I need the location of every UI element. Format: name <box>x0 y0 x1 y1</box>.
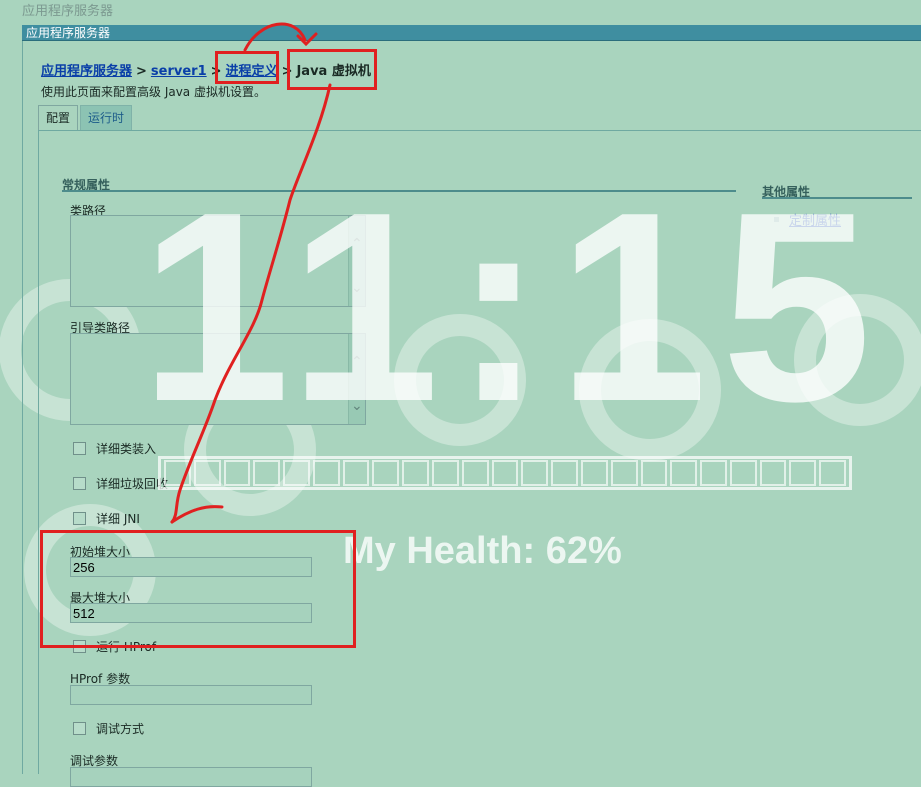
health-bar-segment <box>670 460 698 486</box>
breadcrumb: 应用程序服务器 > server1 > 进程定义 > Java 虚拟机 <box>41 60 371 79</box>
debug-mode-row: 调试方式 <box>73 720 144 737</box>
additional-properties-rule <box>762 197 912 199</box>
run-hprof-row: 运行 HProf <box>73 638 156 655</box>
health-bar-segment <box>640 460 668 486</box>
tab-runtime[interactable]: 运行时 <box>80 105 133 130</box>
health-bar-segment <box>729 460 757 486</box>
content-border <box>38 130 39 774</box>
scroll-down-icon[interactable]: ⌄ <box>351 398 363 414</box>
watermark-health-bar <box>158 456 852 490</box>
verbose-jni-label: 详细 JNI <box>96 512 140 526</box>
verbose-jni-row: 详细 JNI <box>73 510 140 527</box>
bootclasspath-scrollbar[interactable]: ⌃ ⌄ <box>348 334 365 424</box>
health-bar-segment <box>372 460 400 486</box>
breadcrumb-current: Java 虚拟机 <box>296 64 371 79</box>
health-bar-segment <box>789 460 817 486</box>
bootclasspath-textarea[interactable]: ⌃ ⌄ <box>70 333 366 425</box>
breadcrumb-separator: > <box>136 64 147 79</box>
panel-border <box>22 41 23 774</box>
classpath-textarea[interactable]: ⌃ ⌄ <box>70 215 366 307</box>
hprof-params-input[interactable] <box>70 685 312 705</box>
breadcrumb-separator: > <box>210 64 222 79</box>
health-bar-segment <box>432 460 459 486</box>
general-properties-rule <box>62 190 736 192</box>
classpath-scrollbar[interactable]: ⌃ ⌄ <box>348 216 365 306</box>
tab-configuration[interactable]: 配置 <box>38 105 79 130</box>
watermark-health-text: My Health: 62% <box>343 530 622 572</box>
health-bar-segment <box>283 460 310 486</box>
bullet-icon <box>774 217 779 222</box>
health-bar-segment <box>521 460 549 486</box>
page-description: 使用此页面来配置高级 Java 虚拟机设置。 <box>41 85 266 99</box>
custom-properties-link[interactable]: 定制属性 <box>789 210 841 229</box>
debug-params-input[interactable] <box>70 767 312 787</box>
run-hprof-checkbox[interactable] <box>73 640 86 653</box>
breadcrumb-process-def[interactable]: 进程定义 <box>226 64 278 79</box>
verbose-jni-checkbox[interactable] <box>73 512 86 525</box>
debug-mode-checkbox[interactable] <box>73 722 86 735</box>
run-hprof-label: 运行 HProf <box>96 640 157 654</box>
health-bar-segment <box>580 460 608 486</box>
scroll-down-icon[interactable]: ⌄ <box>351 280 363 296</box>
health-bar-segment <box>491 460 519 486</box>
health-bar-segment <box>461 460 489 486</box>
health-bar-segment <box>700 460 727 486</box>
custom-properties-item: 定制属性 <box>774 210 841 229</box>
health-bar-segment <box>759 460 787 486</box>
health-bar-segment <box>223 460 251 486</box>
health-bar-segment <box>312 460 340 486</box>
scroll-up-icon[interactable]: ⌃ <box>351 236 363 252</box>
scroll-up-icon[interactable]: ⌃ <box>351 354 363 370</box>
health-bar-segment <box>402 460 430 486</box>
health-bar-segment <box>819 460 846 486</box>
initial-heap-input[interactable] <box>70 557 312 577</box>
health-bar-segment <box>551 460 578 486</box>
breadcrumb-app-servers[interactable]: 应用程序服务器 <box>41 64 132 79</box>
verbose-gc-row: 详细垃圾回收 <box>73 475 168 492</box>
health-bar-segment <box>610 460 638 486</box>
health-bar-segment <box>164 460 191 486</box>
tab-bar: 配置 运行时 <box>38 105 133 130</box>
debug-mode-label: 调试方式 <box>96 722 145 736</box>
verbose-class-label: 详细类装入 <box>96 442 157 456</box>
panel-titlebar: 应用程序服务器 <box>22 25 921 41</box>
health-bar-segment <box>253 460 281 486</box>
verbose-gc-checkbox[interactable] <box>73 477 86 490</box>
health-bar-segment <box>342 460 370 486</box>
verbose-class-row: 详细类装入 <box>73 440 156 457</box>
tab-divider <box>38 130 921 131</box>
breadcrumb-server1[interactable]: server1 <box>151 64 207 79</box>
breadcrumb-separator: > <box>281 64 293 79</box>
top-breadcrumb: 应用程序服务器 <box>22 4 114 19</box>
verbose-class-checkbox[interactable] <box>73 442 86 455</box>
health-bar-segment <box>193 460 221 486</box>
max-heap-input[interactable] <box>70 603 312 623</box>
